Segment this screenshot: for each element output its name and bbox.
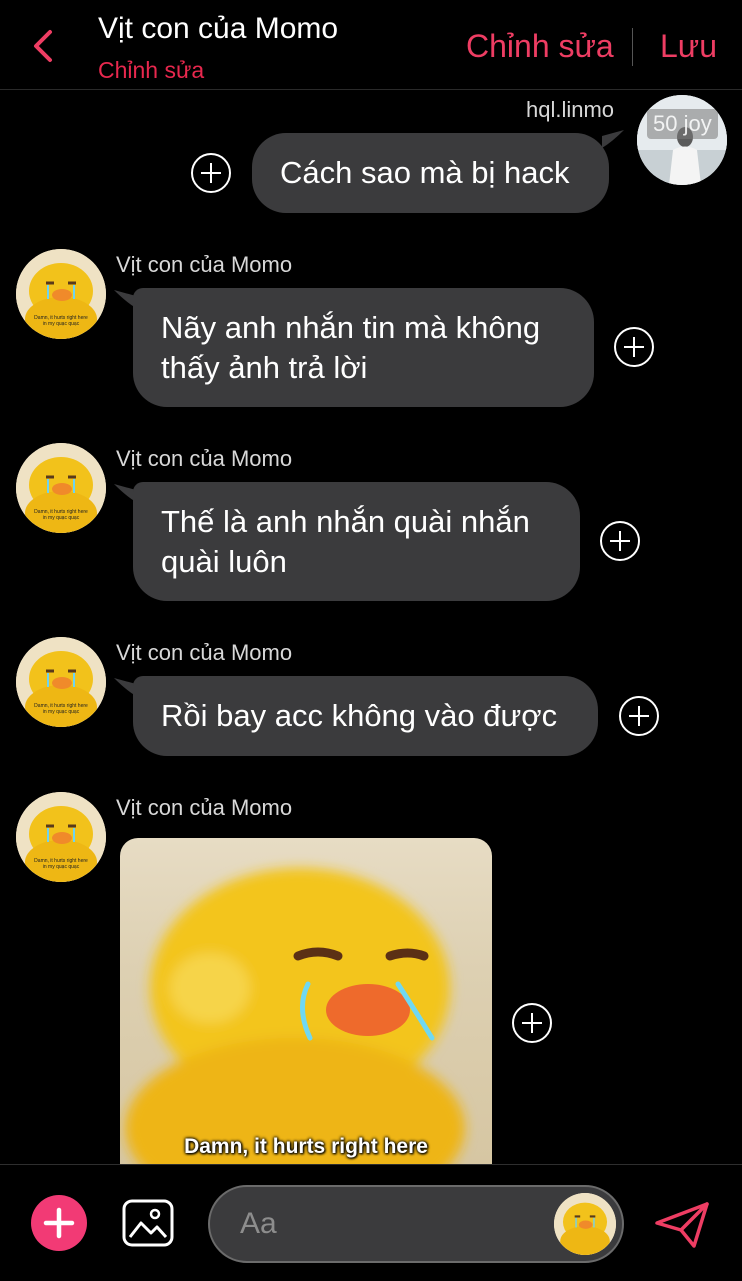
image-icon[interactable] bbox=[122, 1199, 174, 1247]
message-bubble-incoming[interactable]: Nãy anh nhắn tin mà không thấy ảnh trả l… bbox=[133, 288, 594, 407]
image-message[interactable]: Damn, it hurts right here bbox=[120, 838, 492, 1168]
add-icon bbox=[43, 1207, 75, 1239]
message-input-placeholder: Aa bbox=[240, 1207, 277, 1240]
header-divider bbox=[632, 28, 633, 66]
sender-name: Vịt con của Momo bbox=[116, 252, 293, 277]
back-arrow-icon[interactable] bbox=[30, 28, 56, 64]
contact-avatar[interactable]: Damn, it hurts right here in my quạc quạ… bbox=[16, 637, 106, 727]
message-bubble-incoming[interactable]: Rồi bay acc không vào được bbox=[133, 676, 598, 756]
add-button[interactable] bbox=[31, 1195, 87, 1251]
sender-name: Vịt con của Momo bbox=[116, 640, 293, 665]
message-bubble-outgoing[interactable]: Cách sao mà bị hack bbox=[252, 133, 609, 213]
send-icon[interactable] bbox=[654, 1201, 710, 1249]
duck-avatar-image bbox=[554, 1193, 616, 1255]
plus-circle-icon[interactable] bbox=[618, 695, 660, 737]
message-text-line: Nãy anh nhắn tin mà không bbox=[161, 309, 541, 345]
chat-title: Vịt con của Momo bbox=[98, 12, 339, 45]
message-text-line: Thế là anh nhắn quài nhắn bbox=[161, 503, 530, 539]
avatar-caption-2: in my quạc quạc bbox=[43, 864, 80, 870]
message-text-line: quài luôn bbox=[161, 543, 287, 579]
plus-circle-icon[interactable] bbox=[613, 326, 655, 368]
duck-avatar-image: Damn, it hurts right here in my quạc quạ… bbox=[16, 792, 106, 882]
chat-screen: Vịt con của Momo Chỉnh sửa Chỉnh sửa Lưu… bbox=[0, 0, 742, 1281]
edit-button[interactable]: Chỉnh sửa bbox=[466, 28, 614, 65]
contact-avatar[interactable]: Damn, it hurts right here in my quạc quạ… bbox=[16, 792, 106, 882]
plus-circle-icon[interactable] bbox=[511, 1002, 553, 1044]
composer-bar: Aa bbox=[0, 1164, 742, 1281]
plus-circle-icon[interactable] bbox=[190, 152, 232, 194]
contact-avatar[interactable]: Damn, it hurts right here in my quạc quạ… bbox=[16, 443, 106, 533]
my-avatar[interactable]: 50 joy bbox=[637, 95, 727, 185]
avatar-caption-2: in my quạc quạc bbox=[43, 321, 80, 327]
my-username: hql.linmo bbox=[526, 97, 615, 122]
crying-duck-image bbox=[125, 868, 465, 1168]
message-text: Cách sao mà bị hack bbox=[280, 155, 570, 190]
bubble-tail bbox=[602, 130, 624, 148]
sender-name: Vịt con của Momo bbox=[116, 795, 293, 820]
message-text-line: thấy ảnh trả lời bbox=[161, 349, 368, 385]
message-text-line: Rồi bay acc không vào được bbox=[161, 698, 558, 733]
avatar-tag: 50 joy bbox=[647, 109, 718, 139]
duck-avatar-image: Damn, it hurts right here in my quạc quạ… bbox=[16, 443, 106, 533]
avatar-caption-2: in my quạc quạc bbox=[43, 709, 80, 715]
message-input[interactable]: Aa bbox=[208, 1185, 624, 1263]
sender-name: Vịt con của Momo bbox=[116, 446, 293, 471]
plus-circle-icon[interactable] bbox=[599, 520, 641, 562]
chat-subtitle[interactable]: Chỉnh sửa bbox=[98, 57, 204, 84]
avatar-caption-2: in my quạc quạc bbox=[43, 515, 80, 521]
message-bubble-incoming[interactable]: Thế là anh nhắn quài nhắn quài luôn bbox=[133, 482, 580, 601]
duck-avatar-image: Damn, it hurts right here in my quạc quạ… bbox=[16, 249, 106, 339]
sticker-avatar[interactable] bbox=[554, 1193, 616, 1255]
contact-avatar[interactable]: Damn, it hurts right here in my quạc quạ… bbox=[16, 249, 106, 339]
duck-avatar-image: Damn, it hurts right here in my quạc quạ… bbox=[16, 637, 106, 727]
chat-header: Vịt con của Momo Chỉnh sửa Chỉnh sửa Lưu bbox=[0, 0, 742, 90]
image-caption: Damn, it hurts right here bbox=[184, 1135, 428, 1158]
save-button[interactable]: Lưu bbox=[660, 28, 717, 65]
